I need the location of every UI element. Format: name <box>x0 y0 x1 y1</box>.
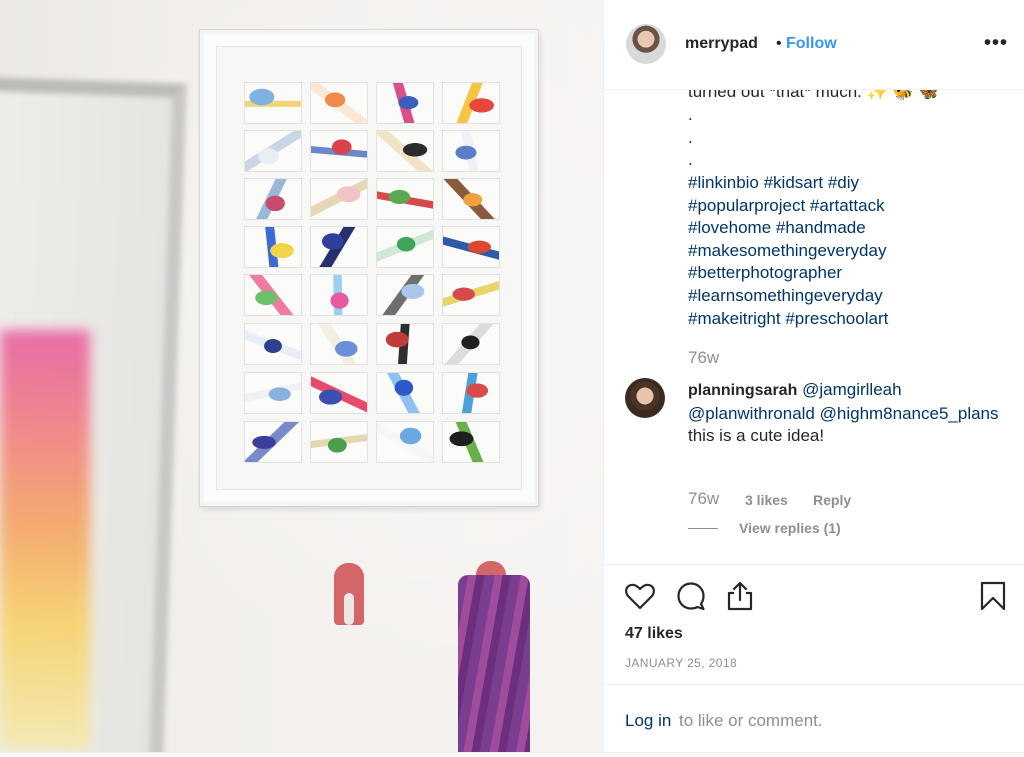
author-avatar[interactable] <box>626 24 666 64</box>
comment-mention[interactable]: @jamgirlleah <box>802 380 901 399</box>
comment-timestamp[interactable]: 76w <box>688 489 719 509</box>
kids-drawing-thumbnail <box>310 274 368 316</box>
kids-drawing-thumbnail <box>244 323 302 365</box>
share-icon[interactable] <box>723 579 757 613</box>
hashtag-line[interactable]: #lovehome #handmade <box>688 217 888 240</box>
post-photo[interactable] <box>0 0 603 752</box>
wall-hook-left <box>334 563 364 625</box>
comment-mention[interactable]: @highm8nance5_plans <box>820 404 999 423</box>
caption-timestamp[interactable]: 76w <box>688 348 719 368</box>
caption-text-cut: turned out *that* much. ✨ 🐝 🦋 <box>688 90 940 101</box>
kids-drawing-thumbnail <box>244 372 302 414</box>
view-replies-button[interactable]: View replies (1) <box>739 520 841 536</box>
kids-drawing-thumbnail <box>244 274 302 316</box>
hashtag-line[interactable]: #popularproject #artattack <box>688 195 888 218</box>
kids-drawing-thumbnail <box>442 130 500 172</box>
kids-drawing-thumbnail <box>310 178 368 220</box>
hashtag-line[interactable]: #makesomethingeveryday <box>688 240 888 263</box>
kids-drawing-thumbnail <box>376 274 434 316</box>
bookmark-icon[interactable] <box>976 579 1010 613</box>
frame-mat <box>216 46 522 490</box>
hashtag-line[interactable]: #makeitright #preschoolart <box>688 308 888 331</box>
post-date[interactable]: JANUARY 25, 2018 <box>625 656 737 670</box>
kids-drawing-thumbnail <box>442 82 500 124</box>
kids-drawing-thumbnail <box>376 130 434 172</box>
commenter-avatar[interactable] <box>625 378 665 418</box>
kids-drawing-thumbnail <box>376 421 434 463</box>
login-prompt: Log in to like or comment. <box>604 684 1024 752</box>
kids-drawing-thumbnail <box>244 226 302 268</box>
likes-count[interactable]: 47 likes <box>625 625 683 643</box>
kids-art-frame <box>200 30 538 506</box>
kids-drawing-thumbnail <box>442 274 500 316</box>
kids-drawing-thumbnail <box>376 372 434 414</box>
kids-drawing-thumbnail <box>310 82 368 124</box>
comment-body: planningsarah @jamgirlleah @planwithrona… <box>688 379 1008 448</box>
action-bar: 47 likes JANUARY 25, 2018 <box>604 564 1024 684</box>
kids-drawing-thumbnail <box>310 130 368 172</box>
kids-drawing-thumbnail <box>376 226 434 268</box>
replies-divider-line <box>688 528 718 529</box>
commenter-username[interactable]: planningsarah <box>688 382 797 399</box>
hashtag-line[interactable]: #linkinbio #kidsart #diy <box>688 172 888 195</box>
kids-drawing-thumbnail <box>310 323 368 365</box>
caption-hashtags: #linkinbio #kidsart #diy #popularproject… <box>688 172 888 330</box>
follow-button[interactable]: Follow <box>786 35 837 53</box>
caption-dots: . . . <box>688 104 693 172</box>
kids-drawing-thumbnail <box>310 421 368 463</box>
page-bottom-edge <box>0 752 1024 757</box>
blurred-rainbow-painting <box>0 330 90 750</box>
comments-section[interactable]: turned out *that* much. ✨ 🐝 🦋 . . . #lin… <box>604 90 1024 564</box>
post-side-panel: merrypad • Follow ••• turned out *that* … <box>603 0 1024 752</box>
comment-mention[interactable]: @planwithronald <box>688 404 815 423</box>
kids-drawing-thumbnail <box>442 178 500 220</box>
caption-dot: . <box>688 127 693 147</box>
comment-text: this is a cute idea! <box>688 426 825 446</box>
kids-drawing-thumbnail <box>442 323 500 365</box>
post-header: merrypad • Follow ••• <box>604 0 1024 90</box>
hashtag-line[interactable]: #learnsomethingeveryday <box>688 285 888 308</box>
login-link[interactable]: Log in <box>625 711 671 731</box>
kids-drawing-thumbnail <box>244 82 302 124</box>
kids-drawing-thumbnail <box>442 226 500 268</box>
kids-drawing-thumbnail <box>244 421 302 463</box>
comment-icon[interactable] <box>674 579 708 613</box>
author-username[interactable]: merrypad <box>685 35 758 53</box>
kids-drawing-thumbnail <box>442 372 500 414</box>
kids-drawing-thumbnail <box>310 226 368 268</box>
kids-drawing-thumbnail <box>244 178 302 220</box>
more-options-icon[interactable]: ••• <box>984 32 1008 55</box>
kids-drawing-thumbnail <box>442 421 500 463</box>
kids-drawing-thumbnail <box>244 130 302 172</box>
kids-drawing-thumbnail <box>376 82 434 124</box>
caption-dot: . <box>688 150 693 170</box>
caption-dot: . <box>688 105 693 124</box>
hashtag-line[interactable]: #betterphotographer <box>688 262 888 285</box>
purple-scarf <box>458 575 530 752</box>
comment-reply-button[interactable]: Reply <box>813 492 851 508</box>
heart-icon[interactable] <box>623 579 657 613</box>
comment-likes[interactable]: 3 likes <box>745 492 788 508</box>
login-prompt-text: to like or comment. <box>679 711 823 730</box>
kids-drawing-thumbnail <box>310 372 368 414</box>
header-separator: • <box>776 35 782 52</box>
kids-drawing-thumbnail <box>376 178 434 220</box>
kids-drawing-thumbnail <box>376 323 434 365</box>
